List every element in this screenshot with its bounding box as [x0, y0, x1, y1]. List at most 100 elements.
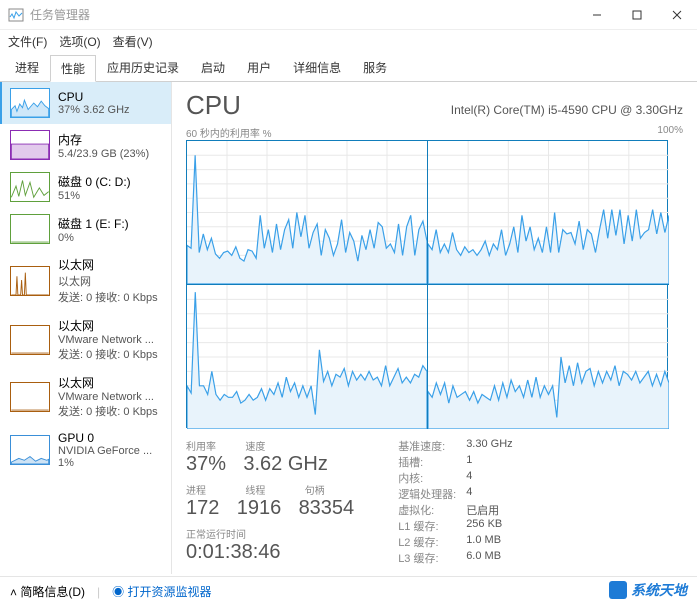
sidebar-item-sub: 51% [58, 190, 163, 202]
sidebar-item-3[interactable]: 磁盘 1 (E: F:)0% [0, 208, 171, 250]
detail-label: L1 缓存: [398, 518, 466, 534]
cpu-panel: CPU Intel(R) Core(TM) i5-4590 CPU @ 3.30… [172, 82, 697, 574]
thumbnail-icon [10, 435, 50, 465]
detail-label: L2 缓存: [398, 534, 466, 550]
cpu-heading: CPU [186, 90, 241, 121]
detail-value: 1 [466, 454, 472, 470]
sidebar-item-6[interactable]: 以太网VMware Network ...发送: 0 接收: 0 Kbps [0, 368, 171, 425]
detail-label: 内核: [398, 470, 466, 486]
detail-value: 3.30 GHz [466, 438, 512, 454]
menu-view[interactable]: 查看(V) [113, 33, 153, 50]
uptime-label: 正常运行时间 [186, 526, 368, 541]
thumbnail-icon [10, 325, 50, 355]
sidebar-item-sub: 37% 3.62 GHz [58, 104, 163, 116]
thumbnail-icon [10, 130, 50, 160]
sidebar-item-sub: 以太网 [58, 273, 163, 289]
tab-1[interactable]: 性能 [50, 55, 96, 82]
sidebar-item-2[interactable]: 磁盘 0 (C: D:)51% [0, 166, 171, 208]
sidebar-item-title: GPU 0 [58, 431, 163, 445]
minimize-button[interactable] [577, 0, 617, 29]
tab-2[interactable]: 应用历史记录 [96, 54, 190, 81]
detail-label: L3 缓存: [398, 550, 466, 566]
util-value: 37% [186, 453, 226, 476]
proc-label: 进程 [186, 482, 242, 497]
sidebar-item-sub2: 发送: 0 接收: 0 Kbps [58, 346, 163, 362]
detail-value: 已启用 [466, 502, 499, 518]
title-bar: 任务管理器 [0, 0, 697, 30]
detail-value: 1.0 MB [466, 534, 501, 550]
open-resource-monitor[interactable]: ◉ 打开资源监视器 [112, 583, 211, 600]
proc-value: 172 [186, 497, 219, 520]
sidebar: CPU37% 3.62 GHz 内存5.4/23.9 GB (23%) 磁盘 0… [0, 82, 172, 574]
sidebar-item-1[interactable]: 内存5.4/23.9 GB (23%) [0, 124, 171, 166]
menu-options[interactable]: 选项(O) [59, 33, 100, 50]
thumbnail-icon [10, 266, 50, 296]
speed-value: 3.62 GHz [243, 453, 327, 476]
sidebar-item-sub: 5.4/23.9 GB (23%) [58, 148, 163, 160]
axis-left-label: 60 秒内的利用率 % [186, 125, 272, 140]
detail-row-5: L1 缓存:256 KB [398, 518, 512, 534]
sidebar-item-title: 以太网 [58, 256, 163, 273]
util-label: 利用率 [186, 438, 242, 453]
sidebar-item-0[interactable]: CPU37% 3.62 GHz [0, 82, 171, 124]
sidebar-item-sub: NVIDIA GeForce ... [58, 445, 163, 457]
sidebar-item-5[interactable]: 以太网VMware Network ...发送: 0 接收: 0 Kbps [0, 311, 171, 368]
detail-value: 6.0 MB [466, 550, 501, 566]
detail-row-7: L3 缓存:6.0 MB [398, 550, 512, 566]
detail-label: 基准速度: [398, 438, 466, 454]
chart-panel-0 [187, 141, 428, 285]
detail-row-2: 内核:4 [398, 470, 512, 486]
window-title: 任务管理器 [30, 6, 577, 23]
hnd-value: 83354 [299, 497, 355, 520]
cpu-details: 基准速度:3.30 GHz插槽:1内核:4逻辑处理器:4虚拟化:已启用L1 缓存… [398, 438, 512, 570]
detail-row-6: L2 缓存:1.0 MB [398, 534, 512, 550]
thumbnail-icon [10, 214, 50, 244]
thumbnail-icon [10, 382, 50, 412]
sidebar-item-sub2: 发送: 0 接收: 0 Kbps [58, 289, 163, 305]
app-icon [8, 7, 24, 23]
thumbnail-icon [10, 172, 50, 202]
sidebar-item-sub: 0% [58, 232, 163, 244]
chart-panel-3 [428, 285, 669, 429]
axis-right-label: 100% [657, 125, 683, 140]
cpu-model: Intel(R) Core(TM) i5-4590 CPU @ 3.30GHz [451, 103, 683, 117]
tab-5[interactable]: 详细信息 [282, 54, 352, 81]
sidebar-item-title: 磁盘 0 (C: D:) [58, 173, 163, 190]
detail-row-0: 基准速度:3.30 GHz [398, 438, 512, 454]
thr-label: 线程 [245, 482, 301, 497]
menu-bar: 文件(F) 选项(O) 查看(V) [0, 30, 697, 52]
sidebar-item-sub2: 1% [58, 457, 163, 469]
thr-value: 1916 [237, 497, 282, 520]
chart-panel-1 [428, 141, 669, 285]
footer: ˅ 简略信息(D) | ◉ 打开资源监视器 [0, 576, 697, 606]
tab-3[interactable]: 启动 [190, 54, 236, 81]
detail-label: 逻辑处理器: [398, 486, 466, 502]
detail-label: 虚拟化: [398, 502, 466, 518]
brief-toggle[interactable]: ˅ 简略信息(D) [10, 583, 85, 600]
detail-value: 4 [466, 470, 472, 486]
sidebar-item-title: 以太网 [58, 374, 163, 391]
watermark-logo: 系统天地 [609, 580, 687, 600]
menu-file[interactable]: 文件(F) [8, 33, 47, 50]
detail-value: 256 KB [466, 518, 502, 534]
hnd-label: 句柄 [305, 482, 325, 497]
detail-value: 4 [466, 486, 472, 502]
monitor-icon: ◉ [112, 585, 124, 599]
sidebar-item-title: CPU [58, 90, 163, 104]
close-button[interactable] [657, 0, 697, 29]
chevron-down-icon: ˅ [10, 585, 17, 599]
sidebar-item-title: 磁盘 1 (E: F:) [58, 215, 163, 232]
tab-6[interactable]: 服务 [352, 54, 398, 81]
uptime-value: 0:01:38:46 [186, 541, 281, 564]
cpu-chart[interactable] [186, 140, 668, 428]
maximize-button[interactable] [617, 0, 657, 29]
detail-label: 插槽: [398, 454, 466, 470]
tab-4[interactable]: 用户 [236, 54, 282, 81]
sidebar-item-title: 以太网 [58, 317, 163, 334]
tab-0[interactable]: 进程 [4, 54, 50, 81]
detail-row-1: 插槽:1 [398, 454, 512, 470]
sidebar-item-sub: VMware Network ... [58, 391, 163, 403]
sidebar-item-4[interactable]: 以太网以太网发送: 0 接收: 0 Kbps [0, 250, 171, 311]
sidebar-item-7[interactable]: GPU 0NVIDIA GeForce ...1% [0, 425, 171, 475]
speed-label: 速度 [245, 438, 265, 453]
